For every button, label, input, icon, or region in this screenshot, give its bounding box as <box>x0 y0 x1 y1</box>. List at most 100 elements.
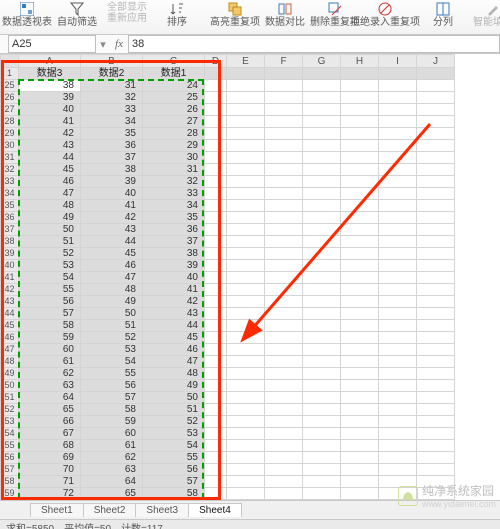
table-row[interactable]: 25 38 31 24 <box>1 80 455 92</box>
cell[interactable]: 51 <box>81 320 143 332</box>
cell[interactable]: 35 <box>81 128 143 140</box>
cell[interactable] <box>265 176 303 188</box>
cell[interactable] <box>341 68 379 80</box>
cell[interactable] <box>303 68 341 80</box>
cell[interactable] <box>341 260 379 272</box>
cell[interactable] <box>341 224 379 236</box>
cell[interactable]: 56 <box>81 380 143 392</box>
cell[interactable] <box>341 188 379 200</box>
cell[interactable] <box>379 440 417 452</box>
cell[interactable]: 63 <box>81 464 143 476</box>
cell[interactable] <box>379 416 417 428</box>
table-row[interactable]: 45 58 51 44 <box>1 320 455 332</box>
cell[interactable] <box>303 320 341 332</box>
cell[interactable] <box>417 260 455 272</box>
cell[interactable]: 38 <box>19 80 81 92</box>
cell[interactable]: 47 <box>19 188 81 200</box>
cell[interactable]: 58 <box>81 404 143 416</box>
cell[interactable]: 41 <box>81 200 143 212</box>
cell[interactable] <box>303 308 341 320</box>
cell[interactable]: 61 <box>81 440 143 452</box>
cell[interactable]: 46 <box>19 176 81 188</box>
cell[interactable] <box>205 248 227 260</box>
cell[interactable] <box>227 188 265 200</box>
cell[interactable] <box>341 476 379 488</box>
cell[interactable] <box>227 296 265 308</box>
cell[interactable] <box>379 428 417 440</box>
cell[interactable]: 数据1 <box>143 68 205 80</box>
cell[interactable]: 59 <box>81 416 143 428</box>
cell[interactable]: 37 <box>143 236 205 248</box>
cell[interactable] <box>303 452 341 464</box>
cell[interactable]: 51 <box>19 236 81 248</box>
cell[interactable] <box>265 476 303 488</box>
cell[interactable] <box>341 404 379 416</box>
cell[interactable] <box>379 104 417 116</box>
cell[interactable] <box>303 380 341 392</box>
table-row[interactable]: 42 55 48 41 <box>1 284 455 296</box>
table-row[interactable]: 41 54 47 40 <box>1 272 455 284</box>
cell[interactable]: 44 <box>19 152 81 164</box>
cell[interactable] <box>265 332 303 344</box>
cell[interactable]: 29 <box>143 140 205 152</box>
cmd-sort[interactable]: 排序 <box>154 2 200 28</box>
cell[interactable]: 72 <box>19 488 81 500</box>
col-header[interactable]: C <box>143 55 205 68</box>
cell[interactable] <box>227 344 265 356</box>
cell[interactable] <box>227 332 265 344</box>
cell[interactable]: 54 <box>19 272 81 284</box>
cell[interactable] <box>379 464 417 476</box>
table-row[interactable]: 55 68 61 54 <box>1 440 455 452</box>
cell[interactable] <box>265 164 303 176</box>
sheet-tab-2[interactable]: Sheet2 <box>83 503 137 517</box>
cell[interactable] <box>341 284 379 296</box>
cell[interactable] <box>341 320 379 332</box>
cell[interactable]: 32 <box>143 176 205 188</box>
sheet-tab-4[interactable]: Sheet4 <box>188 503 242 517</box>
cell[interactable]: 50 <box>81 308 143 320</box>
cell[interactable] <box>417 68 455 80</box>
cell[interactable]: 25 <box>143 92 205 104</box>
row-header[interactable]: 31 <box>1 152 19 164</box>
cell[interactable] <box>303 260 341 272</box>
cell[interactable] <box>205 452 227 464</box>
cell[interactable] <box>379 188 417 200</box>
table-row[interactable]: 58 71 64 57 <box>1 476 455 488</box>
row-header[interactable]: 32 <box>1 164 19 176</box>
cell[interactable] <box>303 344 341 356</box>
cell[interactable]: 42 <box>81 212 143 224</box>
cell[interactable]: 40 <box>143 272 205 284</box>
cell[interactable] <box>341 140 379 152</box>
row-header[interactable]: 25 <box>1 80 19 92</box>
cell[interactable]: 47 <box>81 272 143 284</box>
cell[interactable] <box>227 476 265 488</box>
cell[interactable] <box>341 368 379 380</box>
cell[interactable] <box>265 440 303 452</box>
cell[interactable] <box>417 152 455 164</box>
cell[interactable] <box>417 416 455 428</box>
cell[interactable] <box>205 176 227 188</box>
cell[interactable] <box>265 116 303 128</box>
cell[interactable] <box>379 140 417 152</box>
cell[interactable] <box>303 332 341 344</box>
cell[interactable] <box>265 80 303 92</box>
cell[interactable] <box>265 284 303 296</box>
cell[interactable]: 54 <box>143 440 205 452</box>
cell[interactable] <box>303 284 341 296</box>
col-header[interactable]: D <box>205 55 227 68</box>
col-header[interactable]: F <box>265 55 303 68</box>
cell[interactable] <box>227 500 265 501</box>
cell[interactable] <box>341 428 379 440</box>
row-header[interactable]: 60 <box>1 500 19 501</box>
cell[interactable] <box>341 380 379 392</box>
cell[interactable] <box>227 428 265 440</box>
cell[interactable] <box>303 476 341 488</box>
cell[interactable] <box>417 296 455 308</box>
cell[interactable] <box>303 272 341 284</box>
row-header[interactable]: 51 <box>1 392 19 404</box>
cell[interactable] <box>303 152 341 164</box>
cell[interactable]: 34 <box>81 116 143 128</box>
cell[interactable] <box>227 452 265 464</box>
cell[interactable] <box>227 416 265 428</box>
cell[interactable] <box>341 272 379 284</box>
